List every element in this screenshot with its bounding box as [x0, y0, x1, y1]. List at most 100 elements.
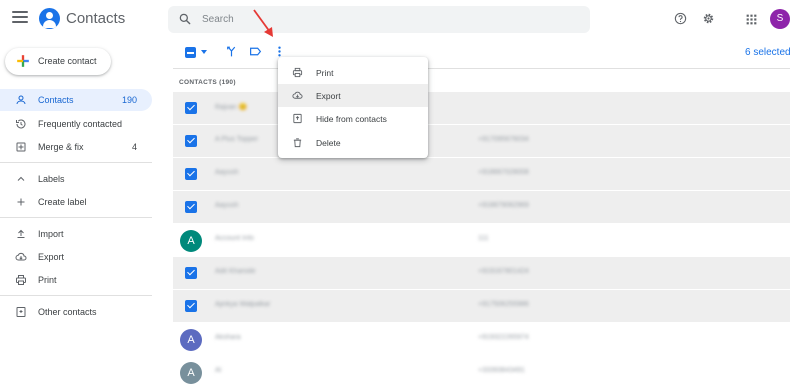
- menu-item-export[interactable]: Export: [278, 84, 428, 107]
- contacts-count: 190: [121, 95, 137, 105]
- colorful-plus-icon: [17, 55, 29, 67]
- contact-name: A Plus Topper: [215, 136, 259, 143]
- contacts-logo[interactable]: [39, 8, 60, 29]
- contact-name: Ajinkya Walpalkar: [215, 301, 271, 308]
- row-checkbox[interactable]: [185, 102, 197, 114]
- create-contact-button[interactable]: Create contact: [5, 48, 111, 75]
- annotation-arrow: [253, 9, 273, 37]
- contact-name: Rajvan 😊: [215, 104, 248, 111]
- sidebar-item-other-contacts[interactable]: Other contacts: [0, 301, 152, 323]
- select-all-checkbox[interactable]: [185, 47, 196, 58]
- sidebar-item-import[interactable]: Import: [0, 223, 152, 245]
- app-title: Contacts: [66, 10, 126, 27]
- contact-name: Adit Kharode: [215, 268, 256, 275]
- menu-item-label: Export: [316, 91, 341, 101]
- plus-icon: [17, 198, 25, 206]
- menu-item-label: Hide from contacts: [316, 114, 387, 124]
- sidebar-item-contacts[interactable]: Contacts 190: [0, 89, 152, 111]
- sidebar-item-create-label[interactable]: Create label: [0, 191, 152, 213]
- contact-phone: +918879062969: [478, 202, 529, 209]
- merge-arrow-icon[interactable]: [225, 45, 238, 58]
- table-row[interactable]: Ajinkya Walpalkar +917506255986: [173, 290, 790, 323]
- contact-name: Aayush: [215, 169, 239, 176]
- menu-item-delete[interactable]: Delete: [278, 131, 428, 154]
- row-checkbox[interactable]: [185, 300, 197, 312]
- table-row[interactable]: Aayush +918879062969: [173, 191, 790, 224]
- table-row[interactable]: A Account Info 111: [173, 224, 790, 257]
- gear-icon[interactable]: [702, 12, 715, 25]
- sidebar-item-label: Export: [38, 252, 65, 262]
- contact-box-icon: [16, 307, 26, 317]
- row-checkbox[interactable]: [185, 201, 197, 213]
- search-bar[interactable]: [168, 6, 590, 33]
- sidebar-item-label: Frequently contacted: [38, 119, 123, 129]
- menu-item-label: Print: [316, 68, 334, 78]
- sidebar-item-label: Create label: [38, 197, 87, 207]
- table-row[interactable]: Rajvan 😊: [173, 92, 790, 125]
- contact-phone: 111: [478, 235, 489, 242]
- contact-phone: +917506255986: [478, 301, 529, 308]
- row-checkbox[interactable]: [185, 267, 197, 279]
- sidebar-item-export[interactable]: Export: [0, 246, 152, 268]
- contact-phone: +917095676034: [478, 136, 529, 143]
- menu-item-print[interactable]: Print: [278, 61, 428, 84]
- trash-icon: [293, 138, 302, 148]
- sidebar-divider: [0, 217, 152, 218]
- upload-icon: [17, 229, 25, 238]
- contact-name: Al: [215, 367, 222, 374]
- contact-avatar[interactable]: A: [180, 362, 202, 384]
- sidebar-item-label: Contacts: [38, 95, 74, 105]
- contacts-list-title: CONTACTS (190): [179, 79, 236, 86]
- sidebar-item-frequently-contacted[interactable]: Frequently contacted: [0, 113, 152, 135]
- more-actions-menu: Print Export Hide from contacts Delete: [278, 57, 428, 158]
- merge-count: 4: [131, 142, 137, 152]
- account-avatar[interactable]: S: [770, 9, 790, 29]
- contact-avatar[interactable]: A: [180, 329, 202, 351]
- row-checkbox[interactable]: [185, 135, 197, 147]
- label-icon[interactable]: [249, 45, 262, 58]
- apps-grid-icon[interactable]: [745, 13, 758, 26]
- hide-contact-icon: [293, 113, 302, 124]
- chevron-up-icon: [17, 176, 25, 181]
- search-icon[interactable]: [178, 12, 192, 26]
- print-icon: [292, 67, 303, 78]
- help-icon[interactable]: [674, 12, 687, 25]
- sidebar-item-merge-fix[interactable]: Merge & fix 4: [0, 136, 152, 158]
- sidebar-divider: [0, 295, 152, 296]
- create-contact-label: Create contact: [38, 56, 97, 66]
- contact-phone: +919322265974: [478, 334, 529, 341]
- merge-icon: [16, 142, 26, 152]
- contact-name: Account Info: [215, 235, 254, 242]
- sidebar-item-print[interactable]: Print: [0, 269, 152, 291]
- contact-avatar[interactable]: A: [180, 230, 202, 252]
- row-checkbox[interactable]: [185, 168, 197, 180]
- menu-item-hide-from-contacts[interactable]: Hide from contacts: [278, 107, 428, 130]
- cloud-download-icon: [15, 252, 27, 261]
- sidebar-item-label: Import: [38, 229, 64, 239]
- app-header: Contacts S: [0, 0, 800, 38]
- sidebar-divider: [0, 162, 152, 163]
- table-row[interactable]: Aayush +918667028008: [173, 158, 790, 191]
- sidebar-item-label: Print: [38, 275, 57, 285]
- sidebar-item-label: Labels: [38, 174, 65, 184]
- history-icon: [16, 119, 26, 129]
- list-divider: [173, 68, 790, 69]
- table-row[interactable]: Adit Kharode +919167801424: [173, 257, 790, 290]
- contact-phone: +919167801424: [478, 268, 529, 275]
- print-icon: [16, 275, 26, 285]
- selected-count: 6 selected: [745, 47, 791, 58]
- cloud-download-icon: [292, 91, 303, 99]
- chevron-down-icon[interactable]: [201, 50, 207, 54]
- main-menu-icon[interactable]: [12, 11, 28, 25]
- sidebar-item-label: Merge & fix: [38, 142, 84, 152]
- sidebar-item-label: Other contacts: [38, 307, 97, 317]
- contact-phone: +918667028008: [478, 169, 529, 176]
- contact-phone: +33393843491: [478, 367, 525, 374]
- sidebar-item-labels[interactable]: Labels: [0, 168, 152, 190]
- table-row[interactable]: A Plus Topper +917095676034: [173, 125, 790, 158]
- contact-name: Akshara: [215, 334, 241, 341]
- person-icon: [16, 95, 26, 105]
- table-row[interactable]: A Akshara +919322265974: [173, 323, 790, 356]
- menu-item-label: Delete: [316, 138, 341, 148]
- table-row[interactable]: A Al +33393843491: [173, 356, 790, 385]
